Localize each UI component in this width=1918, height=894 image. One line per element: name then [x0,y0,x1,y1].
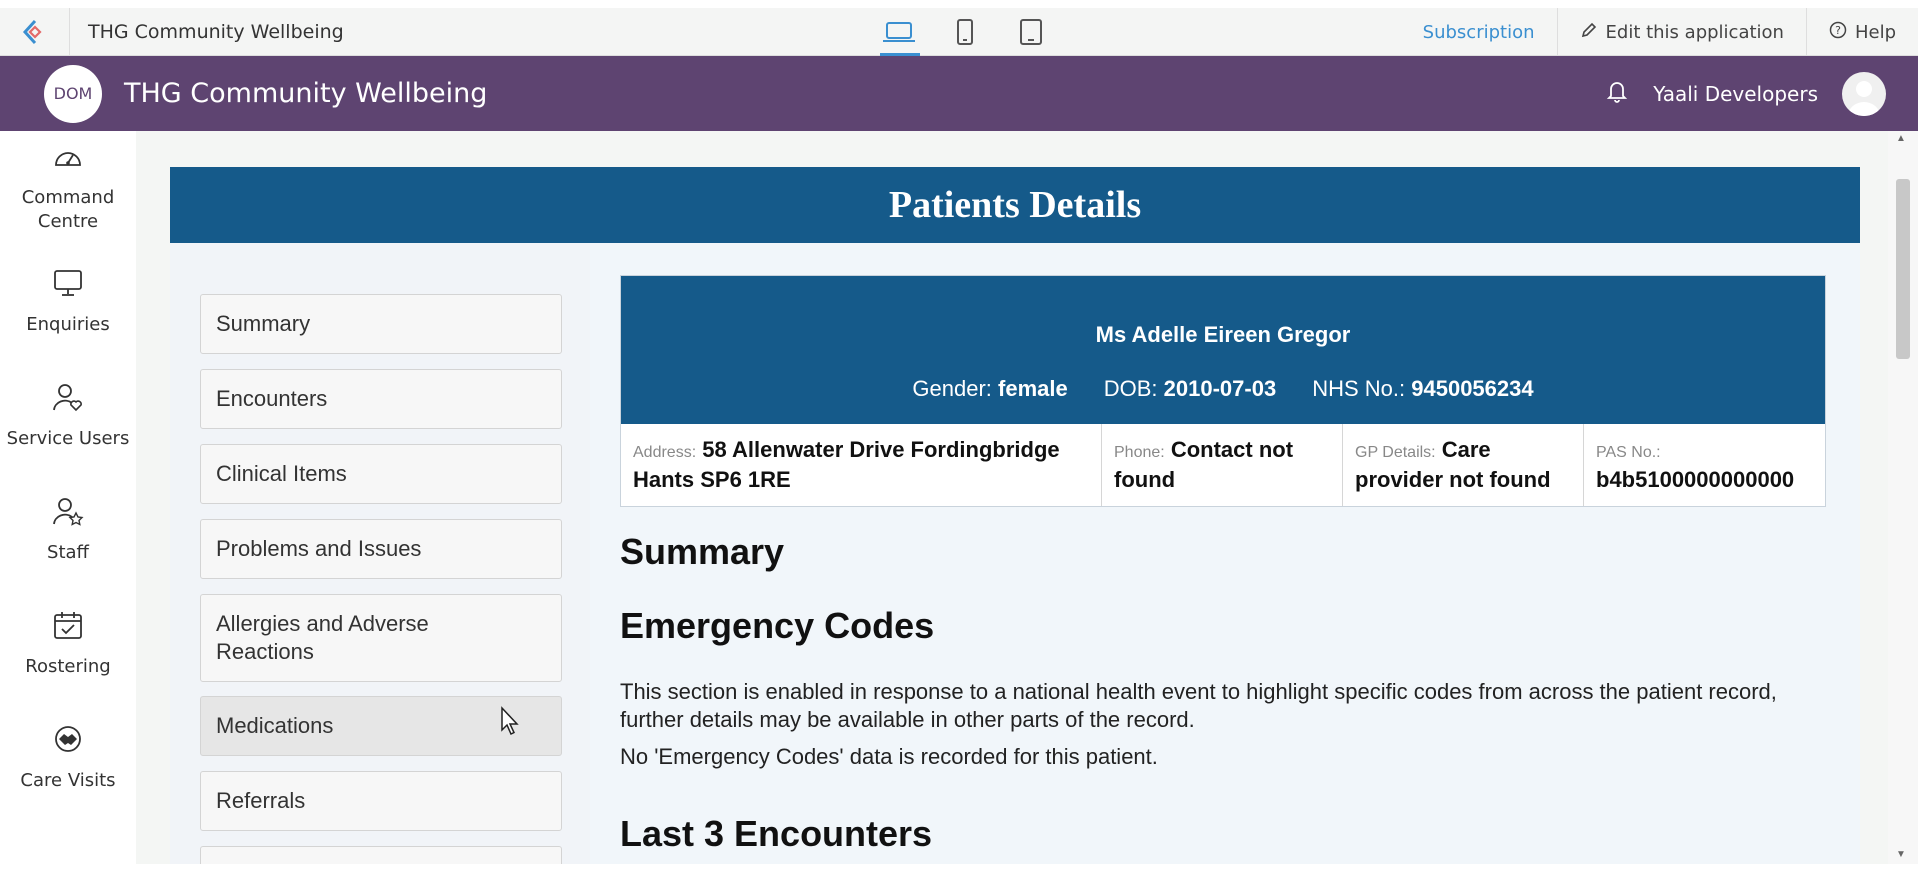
menu-clinical-items[interactable]: Clinical Items [200,444,562,504]
emergency-codes-description: This section is enabled in response to a… [620,679,1777,732]
bell-icon[interactable] [1605,78,1629,109]
patient-card: Ms Adelle Eireen Gregor Gender: female D… [620,275,1826,507]
nav-label: Rostering [25,655,111,677]
desktop-icon[interactable] [880,8,920,56]
nav-label: Staff [47,541,89,563]
patient-content: Ms Adelle Eireen Gregor Gender: female D… [590,243,1860,864]
help-button[interactable]: ? Help [1805,8,1918,56]
menu-encounters[interactable]: Encounters [200,369,562,429]
subscription-link[interactable]: Subscription [1401,8,1557,56]
menu-next-item[interactable] [200,846,562,864]
app-title: THG Community Wellbeing [124,78,488,109]
user-avatar[interactable] [1842,71,1886,116]
nav-item-enquiries[interactable]: Enquiries [0,245,136,359]
patient-detail-cells: Address: 58 Allenwater Drive Fordingbrid… [621,424,1825,506]
org-avatar[interactable]: DOM [44,64,102,123]
patient-section-menu: Summary Encounters Clinical Items Proble… [170,243,590,864]
patient-gp: GP Details: Care provider not found [1343,424,1584,506]
nav-item-command-centre[interactable]: Command Centre [0,131,136,245]
device-switcher [880,8,1050,56]
builder-actions: Subscription Edit this application ? Hel… [1401,8,1918,56]
page-title: Patients Details [170,167,1860,243]
nav-item-staff[interactable]: Staff [0,473,136,587]
patient-dob: DOB: 2010-07-03 [1103,376,1277,401]
help-label: Help [1854,21,1896,43]
nav-label: Service Users [6,427,130,449]
left-nav: Command Centre Enquiries Service Users S… [0,131,136,864]
edit-application-button[interactable]: Edit this application [1556,8,1806,56]
nav-item-rostering[interactable]: Rostering [0,587,136,701]
nav-item-care-visits[interactable]: Care Visits [0,701,136,815]
tablet-icon[interactable] [1012,8,1050,56]
help-icon: ? [1829,21,1847,44]
patient-details-panel: Patients Details Summary Encounters Clin… [170,167,1860,864]
emergency-codes-heading: Emergency Codes [620,605,935,646]
nav-label: Command Centre [21,186,115,232]
patient-name: Ms Adelle Eireen Gregor [1095,322,1351,347]
nav-label: Care Visits [20,769,116,791]
summary-heading: Summary [620,531,785,572]
handshake-icon [52,724,84,761]
patient-nhs: NHS No.: 9450056234 [1312,376,1534,401]
patient-meta: Gender: female DOB: 2010-07-03 NHS No.: … [621,376,1825,402]
mouse-cursor-icon [500,706,522,741]
builder-app-name: THG Community Wellbeing [88,20,344,43]
dashboard-icon [52,143,84,178]
builder-toolbar: THG Community Wellbeing Subscription Edi… [0,7,1918,56]
user-heart-icon [52,382,84,419]
patient-address: Address: 58 Allenwater Drive Fordingbrid… [621,424,1102,506]
svg-text:?: ? [1835,24,1841,37]
pencil-icon [1580,21,1598,44]
scrollbar-thumb[interactable] [1896,179,1910,359]
nav-item-service-users[interactable]: Service Users [0,359,136,473]
main-area: Patients Details Summary Encounters Clin… [136,131,1918,864]
builder-logo-icon[interactable] [0,7,70,56]
header-user-area: Yaali Developers [1605,56,1886,131]
emergency-codes-empty: No 'Emergency Codes' data is recorded fo… [620,744,1158,769]
menu-referrals[interactable]: Referrals [200,771,562,831]
user-name[interactable]: Yaali Developers [1653,82,1818,106]
menu-allergies[interactable]: Allergies and Adverse Reactions [200,594,562,682]
calendar-check-icon [52,610,84,647]
mobile-icon[interactable] [946,8,984,56]
menu-problems-and-issues[interactable]: Problems and Issues [200,519,562,579]
scroll-up-icon[interactable]: ▲ [1896,133,1906,144]
patient-phone: Phone: Contact not found [1102,424,1343,506]
edit-application-label: Edit this application [1605,21,1784,43]
nav-label: Enquiries [26,313,110,335]
patient-pas: PAS No.: b4b5100000000000 [1596,444,1795,492]
user-star-icon [52,496,84,533]
last-encounters-heading: Last 3 Encounters [620,813,933,854]
patient-gender: Gender: female [912,376,1068,401]
patient-card-header: Ms Adelle Eireen Gregor Gender: female D… [621,276,1825,424]
menu-summary[interactable]: Summary [200,294,562,354]
scroll-down-icon[interactable]: ▼ [1896,849,1906,860]
app-header: DOM THG Community Wellbeing Yaali Develo… [0,56,1918,131]
scrollbar[interactable]: ▲ ▼ [1888,131,1918,864]
monitor-icon [52,268,84,305]
